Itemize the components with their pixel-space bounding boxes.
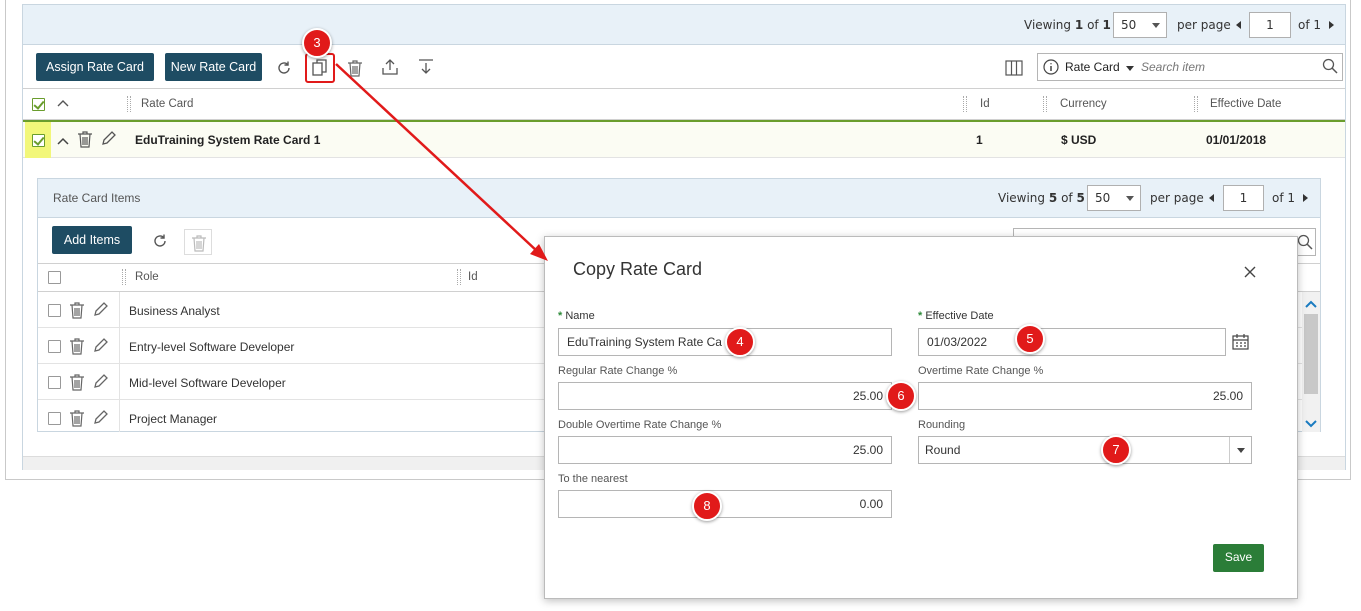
step-badge-5: 5 bbox=[1015, 324, 1045, 354]
step-badge-4: 4 bbox=[725, 327, 755, 357]
step-badge-8: 8 bbox=[692, 491, 722, 521]
annotation-arrow bbox=[335, 63, 548, 261]
step-badge-3: 3 bbox=[302, 28, 332, 58]
step-badge-7: 7 bbox=[1101, 435, 1131, 465]
step-badge-6: 6 bbox=[886, 381, 916, 411]
